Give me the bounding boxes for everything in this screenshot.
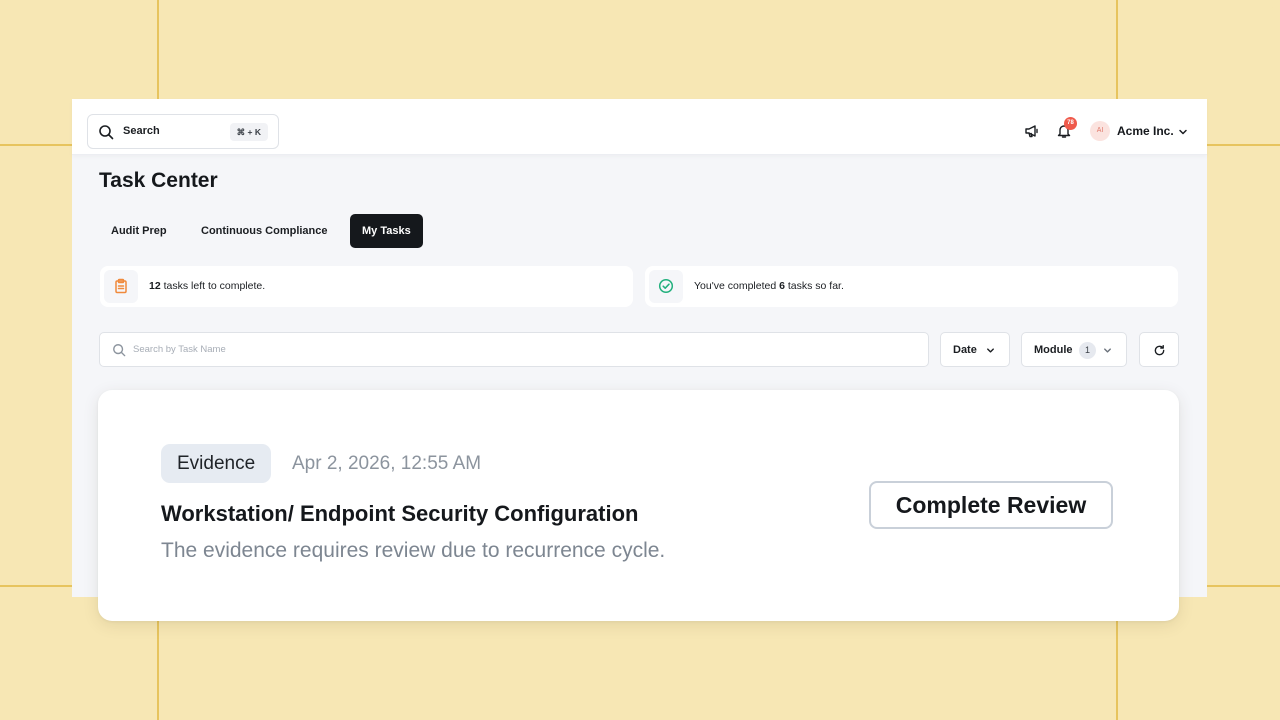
- tab-continuous-compliance[interactable]: Continuous Compliance: [201, 214, 328, 248]
- task-title: Workstation/ Endpoint Security Configura…: [161, 501, 639, 526]
- tab-my-tasks[interactable]: My Tasks: [350, 214, 423, 248]
- search-shortcut-hint: ⌘ + K: [229, 123, 268, 141]
- global-search-button[interactable]: Search ⌘ + K: [87, 114, 279, 149]
- search-icon: [99, 125, 114, 140]
- avatar[interactable]: AI: [1090, 121, 1110, 141]
- search-icon: [113, 344, 126, 357]
- tasks-left-card: 12 tasks left to complete.: [100, 266, 633, 307]
- refresh-button[interactable]: [1139, 332, 1179, 367]
- module-filter-button[interactable]: Module 1: [1021, 332, 1127, 367]
- date-filter-label: Date: [953, 344, 977, 356]
- completed-prefix: You've completed: [694, 280, 780, 292]
- task-search-placeholder: Search by Task Name: [133, 344, 226, 355]
- chevron-down-icon[interactable]: [1177, 126, 1189, 138]
- check-icon-box: [649, 270, 683, 303]
- chevron-down-icon: [987, 348, 994, 353]
- search-label: Search: [123, 125, 160, 137]
- task-category-badge: Evidence: [161, 444, 272, 483]
- backdrop: Search ⌘ + K 78 AI Acme Inc. Task Center…: [0, 0, 1280, 720]
- refresh-icon: [1154, 344, 1165, 356]
- tasks-left-label: tasks left to complete.: [160, 280, 266, 292]
- page-title: Task Center: [99, 169, 218, 192]
- tasks-completed-card: You've completed 6 tasks so far.: [645, 266, 1178, 307]
- task-date: Apr 2, 2026, 12:55 AM: [292, 453, 482, 474]
- task-description: The evidence requires review due to recu…: [161, 539, 666, 562]
- date-filter-button[interactable]: Date: [940, 332, 1010, 367]
- notification-badge: 78: [1064, 117, 1077, 130]
- clipboard-icon-box: [104, 270, 138, 303]
- tasks-left-count: 12: [149, 280, 161, 292]
- task-search-input[interactable]: Search by Task Name: [99, 332, 929, 367]
- complete-review-button[interactable]: Complete Review: [869, 481, 1113, 529]
- module-filter-count: 1: [1079, 342, 1096, 359]
- module-filter-label: Module: [1034, 344, 1073, 356]
- clipboard-icon: [115, 278, 127, 294]
- tasks-completed-text: You've completed 6 tasks so far.: [694, 280, 844, 292]
- tasks-left-text: 12 tasks left to complete.: [149, 280, 265, 292]
- completed-suffix: tasks so far.: [784, 280, 844, 292]
- megaphone-icon[interactable]: [1024, 123, 1040, 139]
- task-card: Evidence Apr 2, 2026, 12:55 AM Workstati…: [98, 390, 1179, 621]
- org-name[interactable]: Acme Inc.: [1117, 124, 1174, 138]
- check-circle-icon: [658, 278, 674, 294]
- tab-audit-prep[interactable]: Audit Prep: [111, 214, 167, 248]
- top-bar: Search ⌘ + K 78 AI Acme Inc.: [72, 99, 1207, 155]
- chevron-down-icon: [1104, 348, 1111, 353]
